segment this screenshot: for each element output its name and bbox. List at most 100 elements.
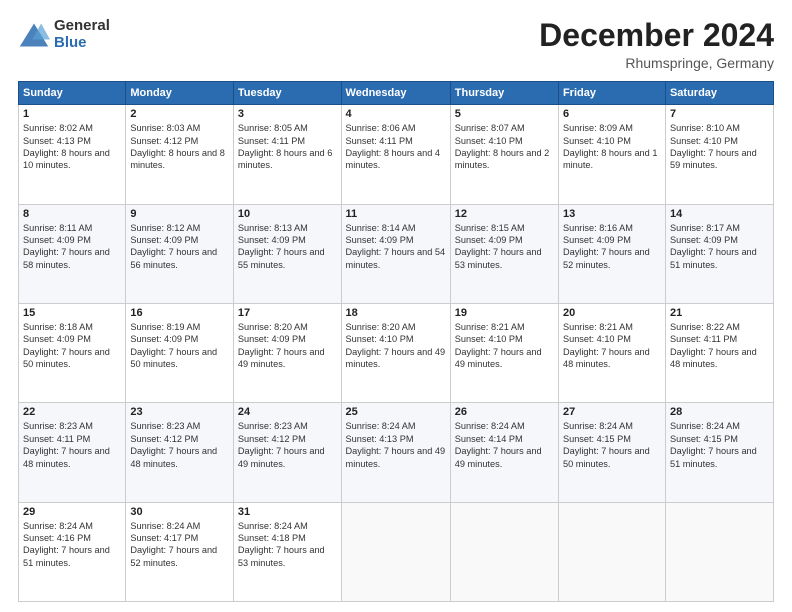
day-number: 6: [563, 108, 661, 120]
calendar-week-2: 8 Sunrise: 8:11 AMSunset: 4:09 PMDayligh…: [19, 204, 774, 303]
day-number: 1: [23, 108, 121, 120]
calendar-cell: 20 Sunrise: 8:21 AMSunset: 4:10 PMDaylig…: [558, 303, 665, 402]
day-detail: Sunrise: 8:07 AMSunset: 4:10 PMDaylight:…: [455, 123, 550, 170]
day-detail: Sunrise: 8:20 AMSunset: 4:10 PMDaylight:…: [346, 322, 446, 369]
day-detail: Sunrise: 8:24 AMSunset: 4:14 PMDaylight:…: [455, 421, 542, 468]
day-detail: Sunrise: 8:15 AMSunset: 4:09 PMDaylight:…: [455, 223, 542, 270]
logo: General Blue: [18, 18, 110, 51]
day-number: 27: [563, 406, 661, 418]
col-thursday: Thursday: [450, 82, 558, 105]
day-number: 19: [455, 307, 554, 319]
day-number: 8: [23, 208, 121, 220]
calendar-cell: 4 Sunrise: 8:06 AMSunset: 4:11 PMDayligh…: [341, 105, 450, 204]
calendar-cell: 3 Sunrise: 8:05 AMSunset: 4:11 PMDayligh…: [233, 105, 341, 204]
logo-text: General Blue: [54, 18, 110, 51]
calendar-cell: [665, 502, 773, 601]
header: General Blue December 2024 Rhumspringe, …: [18, 18, 774, 71]
day-detail: Sunrise: 8:13 AMSunset: 4:09 PMDaylight:…: [238, 223, 325, 270]
calendar-cell: 8 Sunrise: 8:11 AMSunset: 4:09 PMDayligh…: [19, 204, 126, 303]
day-number: 17: [238, 307, 337, 319]
day-number: 9: [130, 208, 229, 220]
day-detail: Sunrise: 8:19 AMSunset: 4:09 PMDaylight:…: [130, 322, 217, 369]
day-detail: Sunrise: 8:11 AMSunset: 4:09 PMDaylight:…: [23, 223, 110, 270]
day-detail: Sunrise: 8:20 AMSunset: 4:09 PMDaylight:…: [238, 322, 325, 369]
day-detail: Sunrise: 8:05 AMSunset: 4:11 PMDaylight:…: [238, 123, 333, 170]
day-number: 30: [130, 506, 229, 518]
day-number: 14: [670, 208, 769, 220]
day-detail: Sunrise: 8:16 AMSunset: 4:09 PMDaylight:…: [563, 223, 650, 270]
header-row: Sunday Monday Tuesday Wednesday Thursday…: [19, 82, 774, 105]
calendar-cell: 7 Sunrise: 8:10 AMSunset: 4:10 PMDayligh…: [665, 105, 773, 204]
day-detail: Sunrise: 8:24 AMSunset: 4:17 PMDaylight:…: [130, 521, 217, 568]
calendar-body: 1 Sunrise: 8:02 AMSunset: 4:13 PMDayligh…: [19, 105, 774, 602]
day-detail: Sunrise: 8:14 AMSunset: 4:09 PMDaylight:…: [346, 223, 446, 270]
day-detail: Sunrise: 8:24 AMSunset: 4:18 PMDaylight:…: [238, 521, 325, 568]
calendar-cell: 12 Sunrise: 8:15 AMSunset: 4:09 PMDaylig…: [450, 204, 558, 303]
day-number: 15: [23, 307, 121, 319]
day-detail: Sunrise: 8:17 AMSunset: 4:09 PMDaylight:…: [670, 223, 757, 270]
day-number: 20: [563, 307, 661, 319]
calendar-cell: 13 Sunrise: 8:16 AMSunset: 4:09 PMDaylig…: [558, 204, 665, 303]
day-number: 23: [130, 406, 229, 418]
calendar-cell: 28 Sunrise: 8:24 AMSunset: 4:15 PMDaylig…: [665, 403, 773, 502]
col-friday: Friday: [558, 82, 665, 105]
day-number: 16: [130, 307, 229, 319]
day-detail: Sunrise: 8:22 AMSunset: 4:11 PMDaylight:…: [670, 322, 757, 369]
calendar-cell: 29 Sunrise: 8:24 AMSunset: 4:16 PMDaylig…: [19, 502, 126, 601]
day-detail: Sunrise: 8:21 AMSunset: 4:10 PMDaylight:…: [563, 322, 650, 369]
day-detail: Sunrise: 8:02 AMSunset: 4:13 PMDaylight:…: [23, 123, 110, 170]
calendar-week-4: 22 Sunrise: 8:23 AMSunset: 4:11 PMDaylig…: [19, 403, 774, 502]
calendar-cell: 21 Sunrise: 8:22 AMSunset: 4:11 PMDaylig…: [665, 303, 773, 402]
day-number: 4: [346, 108, 446, 120]
day-detail: Sunrise: 8:21 AMSunset: 4:10 PMDaylight:…: [455, 322, 542, 369]
day-number: 18: [346, 307, 446, 319]
day-number: 25: [346, 406, 446, 418]
day-detail: Sunrise: 8:10 AMSunset: 4:10 PMDaylight:…: [670, 123, 757, 170]
calendar-cell: 25 Sunrise: 8:24 AMSunset: 4:13 PMDaylig…: [341, 403, 450, 502]
col-monday: Monday: [126, 82, 234, 105]
logo-general-text: General: [54, 18, 110, 35]
day-number: 24: [238, 406, 337, 418]
calendar-cell: 10 Sunrise: 8:13 AMSunset: 4:09 PMDaylig…: [233, 204, 341, 303]
logo-icon: [18, 21, 50, 49]
calendar-cell: 27 Sunrise: 8:24 AMSunset: 4:15 PMDaylig…: [558, 403, 665, 502]
calendar-table: Sunday Monday Tuesday Wednesday Thursday…: [18, 81, 774, 602]
day-number: 28: [670, 406, 769, 418]
day-number: 29: [23, 506, 121, 518]
location: Rhumspringe, Germany: [539, 55, 774, 71]
day-number: 12: [455, 208, 554, 220]
calendar-cell: 14 Sunrise: 8:17 AMSunset: 4:09 PMDaylig…: [665, 204, 773, 303]
calendar-week-3: 15 Sunrise: 8:18 AMSunset: 4:09 PMDaylig…: [19, 303, 774, 402]
day-number: 5: [455, 108, 554, 120]
day-detail: Sunrise: 8:23 AMSunset: 4:12 PMDaylight:…: [238, 421, 325, 468]
calendar-cell: [450, 502, 558, 601]
day-detail: Sunrise: 8:23 AMSunset: 4:12 PMDaylight:…: [130, 421, 217, 468]
calendar-cell: 23 Sunrise: 8:23 AMSunset: 4:12 PMDaylig…: [126, 403, 234, 502]
day-number: 26: [455, 406, 554, 418]
calendar-cell: 9 Sunrise: 8:12 AMSunset: 4:09 PMDayligh…: [126, 204, 234, 303]
calendar-cell: 31 Sunrise: 8:24 AMSunset: 4:18 PMDaylig…: [233, 502, 341, 601]
day-number: 3: [238, 108, 337, 120]
day-detail: Sunrise: 8:24 AMSunset: 4:15 PMDaylight:…: [563, 421, 650, 468]
col-saturday: Saturday: [665, 82, 773, 105]
col-wednesday: Wednesday: [341, 82, 450, 105]
calendar-cell: [558, 502, 665, 601]
day-number: 7: [670, 108, 769, 120]
day-detail: Sunrise: 8:18 AMSunset: 4:09 PMDaylight:…: [23, 322, 110, 369]
calendar-cell: 11 Sunrise: 8:14 AMSunset: 4:09 PMDaylig…: [341, 204, 450, 303]
day-number: 31: [238, 506, 337, 518]
col-sunday: Sunday: [19, 82, 126, 105]
day-detail: Sunrise: 8:09 AMSunset: 4:10 PMDaylight:…: [563, 123, 658, 170]
day-number: 10: [238, 208, 337, 220]
calendar-cell: 15 Sunrise: 8:18 AMSunset: 4:09 PMDaylig…: [19, 303, 126, 402]
day-number: 2: [130, 108, 229, 120]
col-tuesday: Tuesday: [233, 82, 341, 105]
day-number: 13: [563, 208, 661, 220]
day-number: 11: [346, 208, 446, 220]
calendar-cell: 22 Sunrise: 8:23 AMSunset: 4:11 PMDaylig…: [19, 403, 126, 502]
day-detail: Sunrise: 8:24 AMSunset: 4:15 PMDaylight:…: [670, 421, 757, 468]
calendar-week-5: 29 Sunrise: 8:24 AMSunset: 4:16 PMDaylig…: [19, 502, 774, 601]
day-detail: Sunrise: 8:12 AMSunset: 4:09 PMDaylight:…: [130, 223, 217, 270]
calendar-cell: 6 Sunrise: 8:09 AMSunset: 4:10 PMDayligh…: [558, 105, 665, 204]
calendar-cell: 17 Sunrise: 8:20 AMSunset: 4:09 PMDaylig…: [233, 303, 341, 402]
